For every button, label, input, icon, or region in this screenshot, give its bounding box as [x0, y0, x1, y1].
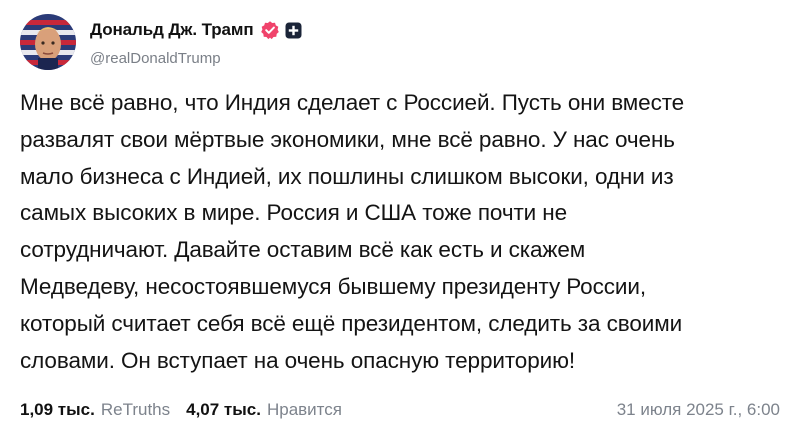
likes-stat[interactable]: 4,07 тыс. Нравится [186, 400, 342, 420]
author-handle[interactable]: @realDonaldTrump [90, 50, 221, 67]
verified-badge-icon [260, 20, 280, 40]
square-plus-icon [285, 22, 302, 39]
author-display-name[interactable]: Дональд Дж. Трамп [90, 20, 254, 40]
retruths-count: 1,09 тыс. [20, 400, 95, 419]
post-card: Дональд Дж. Трамп @realDonaldTrump Мне в… [0, 0, 800, 439]
likes-count: 4,07 тыс. [186, 400, 261, 419]
retruths-stat[interactable]: 1,09 тыс. ReTruths [20, 400, 170, 420]
author-row: Дональд Дж. Трамп [90, 19, 302, 41]
retruths-label: ReTruths [100, 400, 171, 419]
post-text: Мне всё равно, что Индия сделает с Росси… [20, 90, 685, 373]
avatar[interactable] [20, 14, 76, 70]
post-footer: 1,09 тыс. ReTruths 4,07 тыс. Нравится 31… [20, 398, 780, 422]
likes-label: Нравится [266, 400, 342, 419]
post-timestamp[interactable]: 31 июля 2025 г., 6:00 [617, 400, 780, 420]
